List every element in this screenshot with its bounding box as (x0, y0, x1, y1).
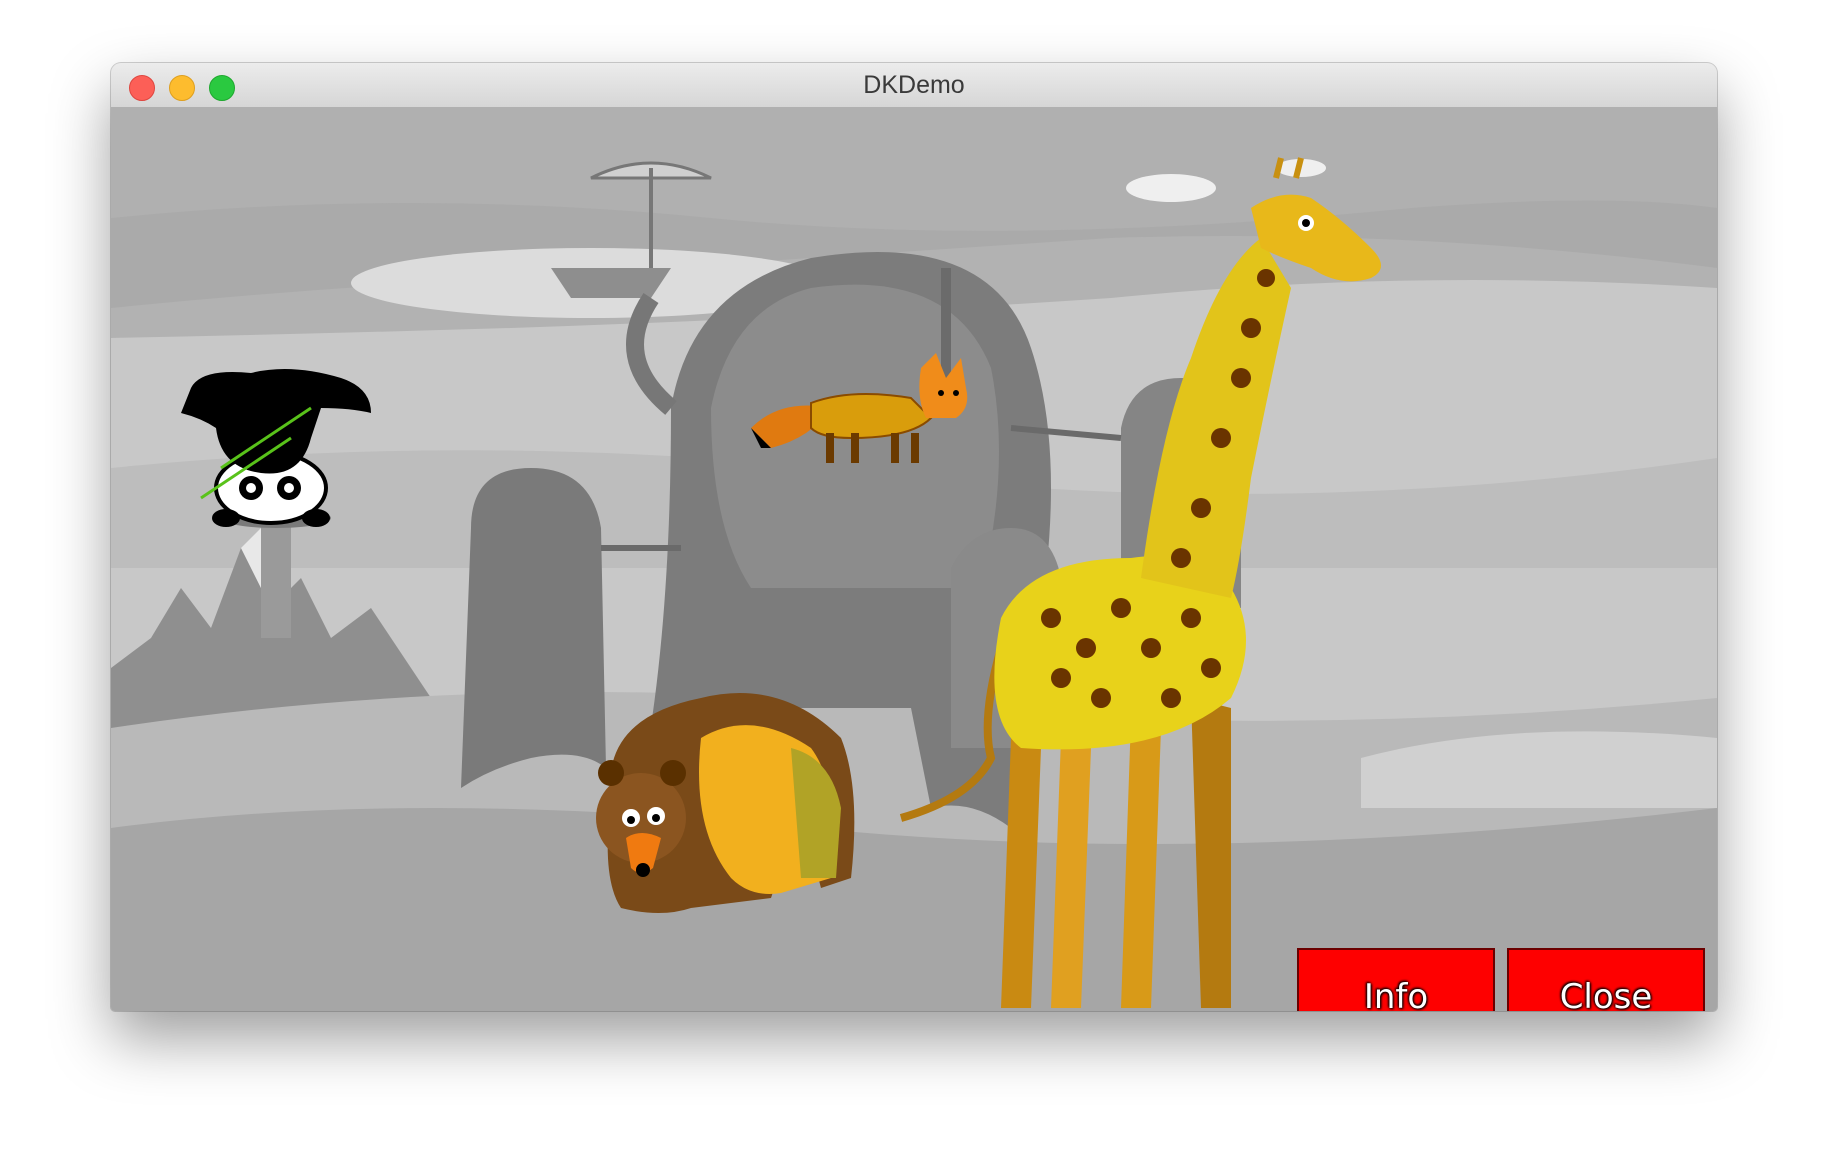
window-title: DKDemo (863, 71, 965, 99)
lookout-platform (551, 268, 671, 298)
tower (261, 518, 291, 638)
app-window: DKDemo Info Close (111, 63, 1717, 1011)
cloud (1126, 174, 1216, 202)
close-button[interactable]: Close (1507, 948, 1705, 1011)
left-hut (461, 468, 606, 788)
title-bar[interactable]: DKDemo (111, 63, 1717, 108)
game-scene (111, 108, 1717, 1011)
game-canvas[interactable]: Info Close (111, 108, 1717, 1011)
info-button[interactable]: Info (1297, 948, 1495, 1011)
